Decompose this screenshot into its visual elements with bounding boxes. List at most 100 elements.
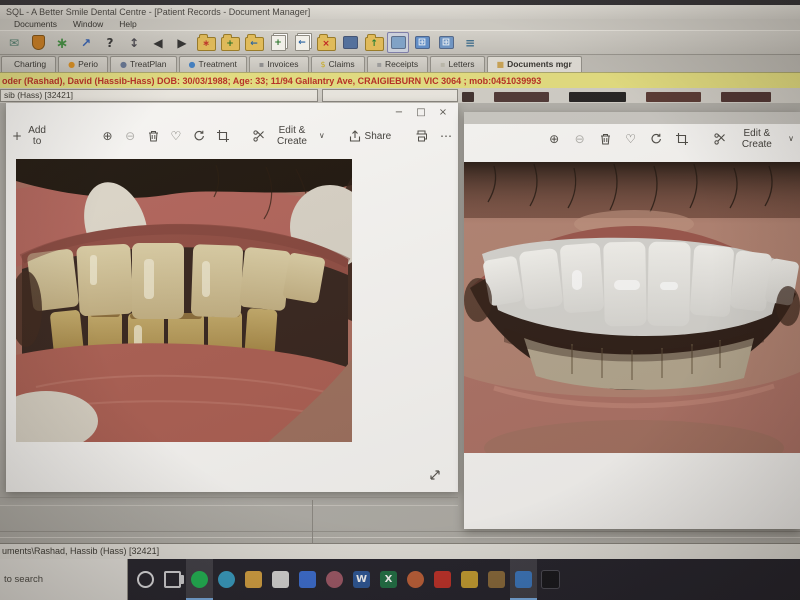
spotify-icon[interactable] <box>186 559 213 600</box>
file-explorer-icon[interactable] <box>240 559 267 600</box>
plus-icon: + <box>12 130 22 142</box>
tab-documents-mgr[interactable]: ■ Documents mgr <box>487 56 582 72</box>
print-button[interactable] <box>409 130 434 142</box>
doc-thumbnail[interactable] <box>494 92 549 102</box>
task-view-icon[interactable] <box>159 559 186 600</box>
delete-button[interactable] <box>594 133 617 145</box>
menu-bar: Documents Window Help <box>0 19 800 30</box>
trash-icon <box>148 130 159 142</box>
menu-window[interactable]: Window <box>73 19 103 30</box>
copy-add-icon[interactable]: + <box>267 32 289 53</box>
trash-icon <box>600 133 611 145</box>
zoom-in-button[interactable]: ⊕ <box>543 133 565 145</box>
scanner-icon[interactable] <box>339 32 361 53</box>
menu-documents[interactable]: Documents <box>14 19 57 30</box>
zoom-out-button[interactable]: ⊖ <box>569 133 591 145</box>
crop-button[interactable] <box>211 130 235 142</box>
list-view-icon[interactable]: ≡ <box>459 32 481 53</box>
tab-treatplan[interactable]: ● TreatPlan <box>110 56 177 72</box>
edit-create-button[interactable]: Edit & Create ∨ <box>247 125 331 147</box>
window-top-strip <box>464 112 800 124</box>
chevron-down-icon: ∨ <box>319 130 325 142</box>
heart-icon: ♡ <box>625 133 636 145</box>
store-icon[interactable] <box>267 559 294 600</box>
image-view-icon[interactable] <box>387 32 409 53</box>
zoom-in-icon: ⊕ <box>549 133 559 145</box>
cortana-icon[interactable] <box>132 559 159 600</box>
photos-toolbar: ⊕ ⊖ ♡ Edit & Create ∨ <box>464 125 800 153</box>
sort-numbers-icon[interactable]: ↕ <box>123 32 145 53</box>
media-app-icon[interactable] <box>483 559 510 600</box>
zoom-out-icon: ⊖ <box>125 130 135 142</box>
tab-charting[interactable]: Charting <box>1 56 56 72</box>
device-icon[interactable] <box>294 559 321 600</box>
folder-import-icon[interactable]: ← <box>243 32 265 53</box>
module-tabs: Charting ● Perio ● TreatPlan ● Treatment… <box>0 55 800 72</box>
zoom-in-button[interactable]: ⊕ <box>96 130 118 142</box>
rotate-button[interactable] <box>644 133 668 145</box>
back-icon[interactable]: ◀ <box>147 32 169 53</box>
word-icon[interactable]: W <box>348 559 375 600</box>
tab-treatment[interactable]: ● Treatment <box>179 56 247 72</box>
close-button[interactable]: × <box>432 105 454 120</box>
rotate-icon <box>193 130 205 142</box>
rotate-icon <box>650 133 662 145</box>
minimize-button[interactable]: − <box>388 105 410 120</box>
patient-banner: oder (Rashad), David (Hassib-Hass) DOB: … <box>0 72 800 88</box>
doc-thumbnail[interactable] <box>569 92 626 102</box>
patient-selector[interactable]: sib (Hass) [32421] <box>0 89 318 102</box>
share-button[interactable]: Share <box>343 130 398 142</box>
security-app-icon[interactable] <box>456 559 483 600</box>
favorite-button[interactable]: ♡ <box>619 133 642 145</box>
edge-icon[interactable] <box>213 559 240 600</box>
folder-delete-icon[interactable]: × <box>315 32 337 53</box>
forward-icon[interactable]: ▶ <box>171 32 193 53</box>
doc-thumbnail[interactable] <box>721 92 771 102</box>
favorite-button[interactable]: ♡ <box>165 130 188 142</box>
folder-upload-icon[interactable]: ↑ <box>363 32 385 53</box>
chevron-down-icon: ∨ <box>788 133 794 145</box>
tab-invoices[interactable]: ▪ Invoices <box>249 56 309 72</box>
panel-edge <box>0 531 800 532</box>
tab-receipts[interactable]: ▪ Receipts <box>367 56 429 72</box>
tab-perio[interactable]: ● Perio <box>58 56 108 72</box>
expand-icon <box>428 468 446 482</box>
browser-icon[interactable] <box>402 559 429 600</box>
gears-icon[interactable]: ∗ <box>51 32 73 53</box>
doc-thumbnail[interactable] <box>462 92 474 102</box>
crop-icon <box>217 130 229 142</box>
status-bar: uments\Rashad, Hassib (Hass) [32421] <box>0 543 800 559</box>
crop-icon <box>676 133 688 145</box>
folder-new-icon[interactable]: ∗ <box>195 32 217 53</box>
shield-icon[interactable] <box>27 32 49 53</box>
terminal-icon[interactable] <box>537 559 564 600</box>
more-button[interactable]: ⋯ <box>434 130 458 142</box>
red-app-icon[interactable] <box>429 559 456 600</box>
menu-help[interactable]: Help <box>119 19 136 30</box>
rotate-button[interactable] <box>187 130 211 142</box>
help-icon[interactable]: ? <box>99 32 121 53</box>
chart-icon[interactable]: ↗ <box>75 32 97 53</box>
doc-thumbnail[interactable] <box>646 92 701 102</box>
tab-letters[interactable]: ▪ Letters <box>430 56 484 72</box>
folder-add-icon[interactable]: + <box>219 32 241 53</box>
copy-import-icon[interactable]: ← <box>291 32 313 53</box>
thumbnails-small-icon[interactable]: ⊞ <box>435 32 457 53</box>
mail-search-icon[interactable]: ✉ <box>3 32 25 53</box>
excel-icon[interactable]: X <box>375 559 402 600</box>
photos-icon[interactable] <box>510 559 537 600</box>
media-sphere-icon[interactable] <box>321 559 348 600</box>
delete-button[interactable] <box>142 130 165 142</box>
taskbar-icons: W X <box>132 559 564 600</box>
edit-create-button[interactable]: Edit & Create ∨ <box>708 128 800 150</box>
thumbnails-large-icon[interactable]: ⊞ <box>411 32 433 53</box>
fullscreen-button[interactable] <box>428 466 446 484</box>
tab-claims[interactable]: $ Claims <box>311 56 365 72</box>
add-to-button[interactable]: + Add to <box>6 125 54 147</box>
secondary-field[interactable] <box>322 89 458 102</box>
main-toolbar: ✉ ∗ ↗ ? ↕ ◀ <box>0 30 800 55</box>
maximize-button[interactable]: □ <box>410 105 432 120</box>
zoom-out-button[interactable]: ⊖ <box>119 130 141 142</box>
crop-button[interactable] <box>670 133 694 145</box>
taskbar-search-input[interactable]: to search <box>0 559 128 600</box>
